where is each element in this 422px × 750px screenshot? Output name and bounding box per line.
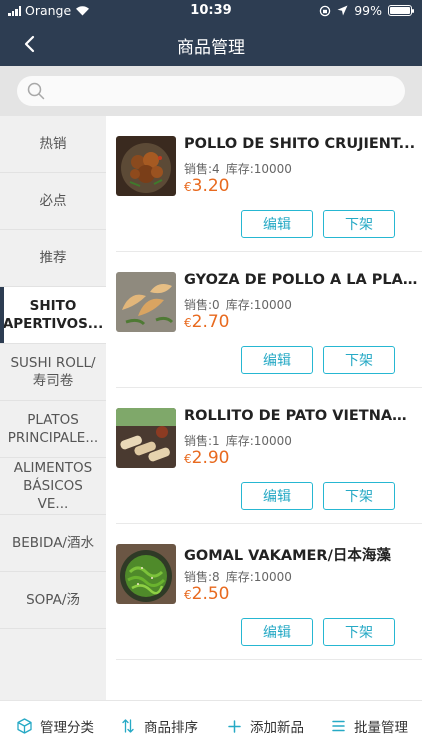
battery-icon — [388, 5, 414, 16]
location-arrow-icon — [337, 5, 348, 16]
seaweed-salad-image — [116, 544, 176, 604]
search-bar — [0, 66, 422, 116]
price-amount: 2.50 — [191, 584, 230, 604]
nav-bar: 商品管理 — [0, 22, 422, 66]
status-bar: Orange 10:39 99% — [0, 0, 422, 22]
price-amount: 3.20 — [191, 176, 230, 196]
edit-button[interactable]: 编辑 — [241, 618, 313, 646]
take-off-shelf-button[interactable]: 下架 — [323, 210, 395, 238]
price-amount: 2.90 — [191, 448, 230, 468]
batch-manage-label: 批量管理 — [354, 720, 408, 736]
price-amount: 2.70 — [191, 312, 230, 332]
category-item-hot[interactable]: 热销 — [0, 116, 106, 173]
battery-percent: 99% — [354, 3, 382, 18]
search-input[interactable] — [51, 83, 391, 99]
product-sales: 销售:0 — [184, 298, 220, 312]
edit-button[interactable]: 编辑 — [241, 210, 313, 238]
manage-categories-label: 管理分类 — [40, 720, 94, 736]
rotation-lock-icon — [319, 5, 331, 16]
product-price: €2.50 — [184, 584, 230, 604]
price-currency: € — [184, 452, 192, 466]
product-item: GYOZA DE POLLO A LA PLAN... 销售:0 库存:10000… — [116, 252, 422, 388]
add-product-label: 添加新品 — [250, 720, 304, 736]
product-price: €2.70 — [184, 312, 230, 332]
plus-icon — [226, 718, 242, 734]
gyoza-image — [116, 272, 176, 332]
product-name: ROLLITO DE PATO VIETNAMI... — [184, 408, 418, 424]
category-item-sushi-roll[interactable]: SUSHI ROLL/寿司卷 — [0, 344, 106, 401]
product-stock: 库存:10000 — [225, 162, 292, 176]
fried-chicken-image — [116, 136, 176, 196]
price-currency: € — [184, 316, 192, 330]
category-label: SOPA/汤 — [26, 592, 80, 608]
product-stock: 库存:10000 — [225, 570, 292, 584]
category-item-recommended[interactable]: 推荐 — [0, 230, 106, 287]
product-name: POLLO DE SHITO CRUJIENT... — [184, 136, 416, 152]
product-meta: 销售:1 库存:10000 — [184, 432, 292, 449]
edit-button[interactable]: 编辑 — [241, 346, 313, 374]
product-item: GOMAL VAKAMER/日本海藻 销售:8 库存:10000 €2.50 编辑… — [116, 524, 422, 660]
list-icon — [330, 718, 346, 734]
product-sales: 销售:4 — [184, 162, 220, 176]
product-stock: 库存:10000 — [225, 298, 292, 312]
status-right-group: 99% — [319, 3, 414, 18]
app-header: Orange 10:39 99% 商品管理 — [0, 0, 422, 66]
product-stock: 库存:10000 — [225, 434, 292, 448]
take-off-shelf-button[interactable]: 下架 — [323, 482, 395, 510]
category-label: PLATOS PRINCIPALE... — [7, 412, 99, 446]
product-sales: 销售:1 — [184, 434, 220, 448]
category-sidebar: 热销 必点 推荐 SHITO APERTIVOS... SUSHI ROLL/寿… — [0, 116, 106, 700]
add-product-button[interactable]: 添加新品 — [226, 701, 304, 750]
product-name: GYOZA DE POLLO A LA PLAN... — [184, 272, 418, 288]
price-currency: € — [184, 180, 192, 194]
product-sales: 销售:8 — [184, 570, 220, 584]
category-item-platos-principales[interactable]: PLATOS PRINCIPALE... — [0, 401, 106, 458]
product-meta: 销售:4 库存:10000 — [184, 160, 292, 177]
category-item-shito-apertivos[interactable]: SHITO APERTIVOS... — [0, 287, 106, 344]
sort-products-button[interactable]: 商品排序 — [120, 701, 198, 750]
product-price: €2.90 — [184, 448, 230, 468]
spring-rolls-image — [116, 408, 176, 468]
sort-products-label: 商品排序 — [144, 720, 198, 736]
batch-manage-button[interactable]: 批量管理 — [330, 701, 408, 750]
category-label: 必点 — [39, 193, 67, 209]
category-item-bebida[interactable]: BEBIDA/酒水 — [0, 515, 106, 572]
product-price: €3.20 — [184, 176, 230, 196]
category-label: BEBIDA/酒水 — [12, 535, 94, 551]
category-item-must-order[interactable]: 必点 — [0, 173, 106, 230]
bottom-toolbar: 管理分类 商品排序 添加新品 批量管理 — [0, 700, 422, 750]
search-icon — [27, 82, 45, 100]
search-field[interactable] — [17, 76, 405, 106]
product-meta: 销售:8 库存:10000 — [184, 568, 292, 585]
price-currency: € — [184, 588, 192, 602]
take-off-shelf-button[interactable]: 下架 — [323, 618, 395, 646]
product-meta: 销售:0 库存:10000 — [184, 296, 292, 313]
category-label: SUSHI ROLL/寿司卷 — [10, 355, 96, 389]
manage-categories-button[interactable]: 管理分类 — [16, 701, 94, 750]
category-item-sopa[interactable]: SOPA/汤 — [0, 572, 106, 629]
sort-arrows-icon — [120, 718, 136, 734]
product-list: POLLO DE SHITO CRUJIENT... 销售:4 库存:10000 … — [106, 116, 422, 700]
take-off-shelf-button[interactable]: 下架 — [323, 346, 395, 374]
category-label: ALIMENTOS BÁSICOS VE... — [13, 460, 93, 512]
product-item: POLLO DE SHITO CRUJIENT... 销售:4 库存:10000 … — [116, 116, 422, 252]
product-name: GOMAL VAKAMER/日本海藻 — [184, 548, 391, 564]
category-label: SHITO APERTIVOS... — [2, 298, 104, 332]
product-item: ROLLITO DE PATO VIETNAMI... 销售:1 库存:10000… — [116, 388, 422, 524]
edit-button[interactable]: 编辑 — [241, 482, 313, 510]
page-title: 商品管理 — [177, 38, 245, 58]
category-label: 推荐 — [39, 250, 67, 266]
category-item-alimentos-basicos[interactable]: ALIMENTOS BÁSICOS VE... — [0, 458, 106, 515]
category-label: 热销 — [39, 136, 67, 152]
cube-icon — [16, 718, 32, 734]
